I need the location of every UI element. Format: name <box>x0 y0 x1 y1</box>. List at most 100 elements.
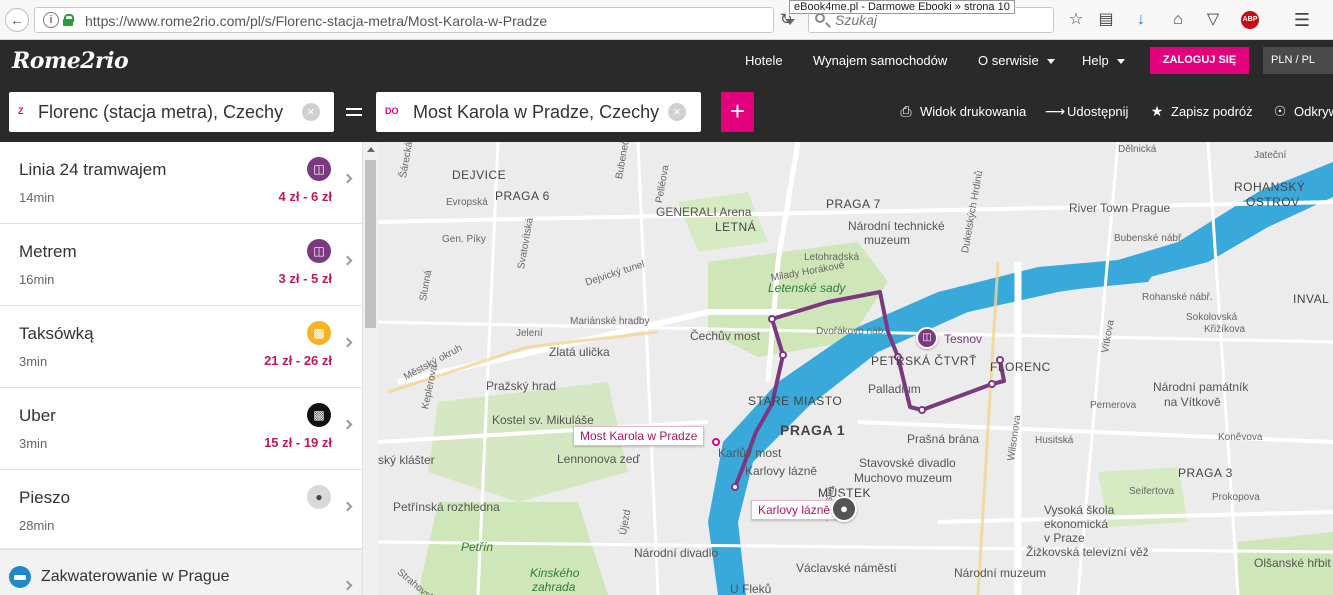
map-label: Jelení <box>516 328 543 339</box>
origin-value[interactable]: Florenc (stacja metra), Czechy <box>38 102 283 123</box>
url-text[interactable]: https://www.rome2rio.com/pl/s/Florenc-st… <box>85 13 547 29</box>
map-label: Koněvova <box>1218 432 1263 443</box>
route-price: 15 zł - 19 zł <box>264 435 332 450</box>
tram-stop-icon[interactable]: ◫ <box>916 327 938 349</box>
adblock-icon[interactable]: ABP <box>1241 11 1259 29</box>
map-label: River Town Prague <box>1069 201 1171 215</box>
nav-about[interactable]: O serwisie <box>978 53 1055 68</box>
route-option-uber[interactable]: Uber 3min 15 zł - 19 zł ▩ <box>0 388 362 470</box>
currency-selector[interactable]: PLN / PL <box>1263 47 1333 74</box>
origin-field[interactable]: Z Florenc (stacja metra), Czechy × <box>9 92 334 132</box>
map-label: PETRSKÁ ČTVRŤ <box>871 354 977 368</box>
route-duration: 14min <box>19 190 55 205</box>
menu-icon[interactable]: ☰ <box>1292 10 1312 30</box>
map-label: Rohanské nábř. <box>1142 292 1213 303</box>
map-label: Jateční <box>1254 150 1287 161</box>
route-option-walk[interactable]: Pieszo 28min ● <box>0 470 362 549</box>
swap-icon[interactable] <box>346 106 362 118</box>
share-icon: ⟶ <box>1045 103 1066 119</box>
star-icon: ★ <box>1150 103 1164 119</box>
save-trip-label: Zapisz podróż <box>1171 104 1253 119</box>
destination-flag[interactable]: Most Karola w Pradze <box>573 426 705 446</box>
share-button[interactable]: ⟶ Udostępnij <box>1045 103 1128 120</box>
pocket-icon[interactable]: ▽ <box>1203 10 1223 30</box>
info-icon[interactable]: i <box>43 12 59 28</box>
print-view-button[interactable]: ⎙ Widok drukowania <box>898 103 1026 120</box>
route-option-tram[interactable]: Linia 24 tramwajem 14min 4 zł - 6 zł ◫ <box>0 142 362 224</box>
chevron-right-icon <box>342 501 353 512</box>
nav-car-rental[interactable]: Wynajem samochodów <box>813 53 947 68</box>
map-label: Muchovo muzeum <box>854 471 953 485</box>
walk-icon[interactable]: ● <box>831 496 857 522</box>
add-destination-button[interactable]: + <box>721 92 754 132</box>
walk-stop-flag[interactable]: Karlovy lázně <box>751 500 838 520</box>
route-option-taxi[interactable]: Taksówką 3min 21 zł - 26 zł ▩ <box>0 306 362 388</box>
map-label: Národní památník <box>1153 380 1249 394</box>
map-label: PRAGA 1 <box>780 422 846 438</box>
nav-hotels[interactable]: Hotele <box>745 53 783 68</box>
map-label: Národní muzeum <box>954 566 1047 580</box>
clear-destination-icon[interactable]: × <box>668 103 686 121</box>
uber-icon: ▩ <box>307 403 331 427</box>
map-label: Kinského <box>530 566 580 580</box>
address-bar[interactable]: i https://www.rome2rio.com/pl/s/Florenc-… <box>34 7 795 33</box>
login-button[interactable]: ZALOGUJ SIĘ <box>1150 47 1249 74</box>
map-label: Karlovy lázně <box>745 464 818 478</box>
map-label: Pernerova <box>1090 400 1137 411</box>
clear-origin-icon[interactable]: × <box>302 103 320 121</box>
scroll-up-icon[interactable] <box>367 147 375 152</box>
map-label: Dělnická <box>1118 144 1157 155</box>
destination-field[interactable]: DO Most Karola w Pradze, Czechy × <box>376 92 701 132</box>
route-duration: 3min <box>19 354 48 369</box>
globe-icon: ☉ <box>1273 103 1287 119</box>
route-name: Metrem <box>19 242 77 261</box>
nav-help[interactable]: Help <box>1082 53 1125 68</box>
chevron-right-icon <box>342 580 353 591</box>
map-label: Čechův most <box>690 329 761 343</box>
map-label: Národní technické <box>848 219 945 233</box>
map-label: Sokolovská <box>1186 312 1238 323</box>
reading-list-icon[interactable]: ▤ <box>1096 10 1116 30</box>
download-icon[interactable]: ↓ <box>1131 10 1151 30</box>
accommodation-row[interactable]: Zakwaterowanie w Prague <box>0 549 362 595</box>
route-name: Linia 24 tramwajem <box>19 160 167 179</box>
origin-badge: Z <box>18 106 24 116</box>
home-icon[interactable]: ⌂ <box>1168 10 1188 30</box>
map-label: Lennonova zeď <box>557 452 640 466</box>
map-label: Prašná brána <box>907 432 980 446</box>
map-label: LETNÁ <box>715 220 757 234</box>
nav-about-label: O serwisie <box>978 53 1039 68</box>
lock-icon <box>63 14 74 26</box>
map-label: Petřín <box>461 540 494 554</box>
map-label: PRAGA 7 <box>826 197 881 211</box>
route-duration: 28min <box>19 518 55 533</box>
map-label: Bubenské nábř. <box>1114 233 1185 244</box>
metro-icon: ◫ <box>307 239 331 263</box>
sidebar-scrollbar[interactable] <box>362 142 378 595</box>
map-label: Letohradská <box>804 252 860 263</box>
route-name: Uber <box>19 406 56 425</box>
chevron-down-icon <box>1046 59 1055 65</box>
map-label: Seifertova <box>1129 486 1175 497</box>
map-label: Pražský hrad <box>486 379 557 393</box>
map-label: Mariánské hradby <box>570 316 650 327</box>
scrollbar-thumb[interactable] <box>365 160 376 328</box>
back-arrow-icon[interactable]: ← <box>5 8 29 32</box>
rome2rio-logo[interactable]: Rome2rio <box>12 48 129 74</box>
map-label: ROHANSKÝ <box>1234 180 1306 194</box>
map-label: v Praze <box>1044 531 1085 545</box>
map-label: na Vítkově <box>1164 395 1221 409</box>
route-map[interactable]: DEJVICE PRAGA 6 PRAGA 7 LETNÁ PRAGA 1 ST… <box>378 142 1333 595</box>
map-label: Václavské náměstí <box>796 561 897 575</box>
star-icon[interactable]: ☆ <box>1066 10 1086 30</box>
tesnov-label[interactable]: Tesnov <box>944 332 982 346</box>
map-label: Letenské sady <box>768 281 846 295</box>
map-label: Národní divadlo <box>634 546 719 560</box>
walk-icon: ● <box>307 485 331 509</box>
map-label: OSTROV <box>1246 195 1300 209</box>
destination-badge: DO <box>385 106 399 116</box>
destination-value[interactable]: Most Karola w Pradze, Czechy <box>413 102 659 123</box>
route-option-metro[interactable]: Metrem 16min 3 zł - 5 zł ◫ <box>0 224 362 306</box>
explore-button[interactable]: ☉ Odkryw <box>1272 103 1333 120</box>
save-trip-button[interactable]: ★ Zapisz podróż <box>1149 103 1253 120</box>
